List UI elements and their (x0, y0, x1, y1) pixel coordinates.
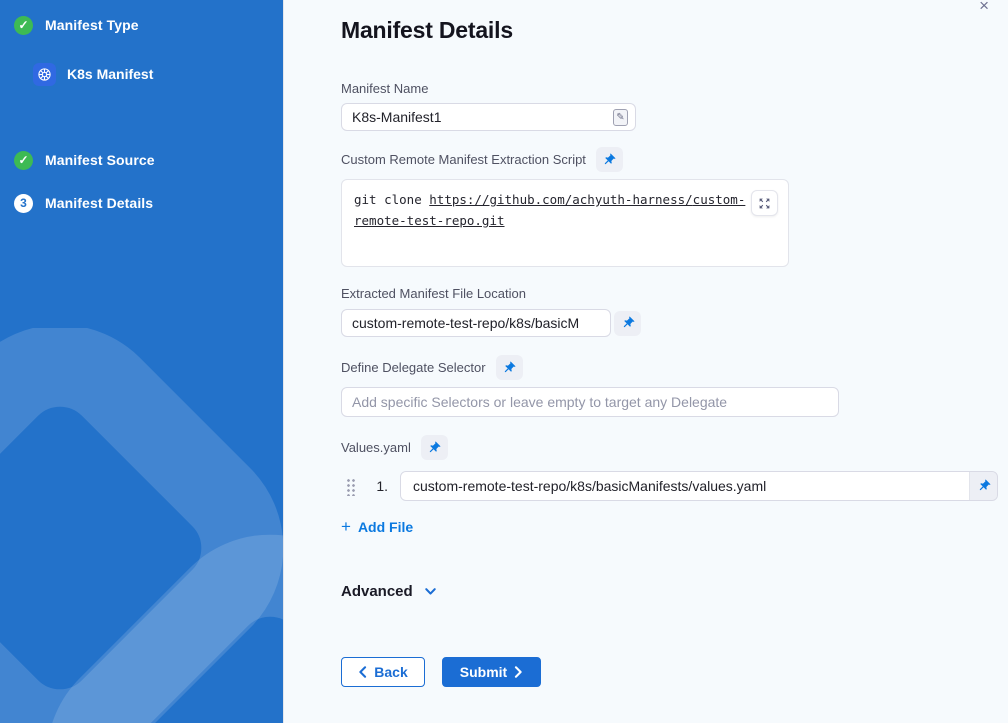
values-yaml-header: Values.yaml (341, 435, 1008, 460)
sidebar-step-manifest-source[interactable]: ✓ Manifest Source (14, 143, 283, 177)
values-file-field (400, 471, 998, 501)
chevron-right-icon (514, 666, 523, 678)
plus-icon: + (341, 520, 351, 534)
extraction-script-runtime-pin-icon[interactable] (596, 147, 623, 172)
values-yaml-runtime-pin-icon[interactable] (421, 435, 448, 460)
manifest-details-panel: × Manifest Details Manifest Name ✎ Custo… (283, 0, 1008, 723)
expand-editor-icon[interactable] (751, 190, 778, 216)
extracted-location-runtime-pin-icon[interactable] (614, 311, 641, 336)
script-url-link: https://github.com/achyuth-harness/ (429, 192, 692, 207)
values-file-path-input[interactable] (401, 472, 970, 500)
advanced-section-toggle[interactable]: Advanced (341, 583, 438, 600)
file-index: 1. (368, 478, 388, 494)
harness-logo-watermark (0, 328, 283, 723)
chevron-left-icon (358, 666, 367, 678)
step-label: Manifest Type (45, 17, 139, 33)
chevron-down-icon (423, 584, 438, 599)
delegate-selector-label: Define Delegate Selector (341, 360, 486, 376)
extracted-location-field (341, 309, 1008, 337)
manifest-name-label: Manifest Name (341, 81, 1008, 97)
back-label: Back (374, 664, 407, 680)
script-code-text: git clone https://github.com/achyuth-har… (354, 189, 748, 231)
step-label: Manifest Source (45, 152, 155, 168)
manifest-wizard-dialog: ✓ Manifest Type K8s Manifest ✓ (0, 0, 1008, 723)
delegate-selector-runtime-pin-icon[interactable] (496, 355, 523, 380)
submit-button[interactable]: Submit (442, 657, 541, 687)
manifest-name-input[interactable] (342, 104, 613, 130)
extracted-location-input[interactable] (341, 309, 611, 337)
advanced-label: Advanced (341, 583, 413, 600)
values-yaml-label: Values.yaml (341, 440, 411, 456)
values-file-runtime-pin-icon[interactable] (970, 472, 997, 500)
step-complete-icon: ✓ (14, 16, 33, 35)
delegate-selector-header: Define Delegate Selector (341, 355, 1008, 380)
extraction-script-label: Custom Remote Manifest Extraction Script (341, 152, 586, 168)
sidebar-step-manifest-details[interactable]: 3 Manifest Details (14, 186, 283, 220)
wizard-footer: Back Submit (341, 657, 1008, 687)
edit-name-icon[interactable]: ✎ (613, 109, 628, 126)
submit-label: Submit (460, 664, 507, 680)
back-button[interactable]: Back (341, 657, 425, 687)
kubernetes-icon (33, 63, 56, 86)
add-file-button[interactable]: + Add File (341, 519, 413, 535)
page-title: Manifest Details (341, 17, 1008, 44)
wizard-sidebar: ✓ Manifest Type K8s Manifest ✓ (0, 0, 283, 723)
add-file-label: Add File (358, 519, 413, 535)
values-file-row: 1. (346, 471, 1008, 501)
step-number-badge: 3 (14, 194, 33, 213)
sidebar-item-k8s-manifest[interactable]: K8s Manifest (33, 62, 283, 86)
selected-manifest-type-label: K8s Manifest (67, 66, 153, 82)
manifest-name-field: ✎ (341, 103, 636, 131)
sidebar-step-manifest-type[interactable]: ✓ Manifest Type (14, 8, 283, 42)
step-complete-icon: ✓ (14, 151, 33, 170)
extraction-script-editor[interactable]: git clone https://github.com/achyuth-har… (341, 179, 789, 267)
delegate-selector-input[interactable] (341, 387, 839, 417)
extracted-location-label: Extracted Manifest File Location (341, 286, 1008, 302)
extraction-script-header: Custom Remote Manifest Extraction Script (341, 147, 1008, 172)
step-label: Manifest Details (45, 195, 153, 211)
drag-handle-icon[interactable] (346, 477, 356, 496)
close-icon[interactable]: × (977, 0, 991, 16)
